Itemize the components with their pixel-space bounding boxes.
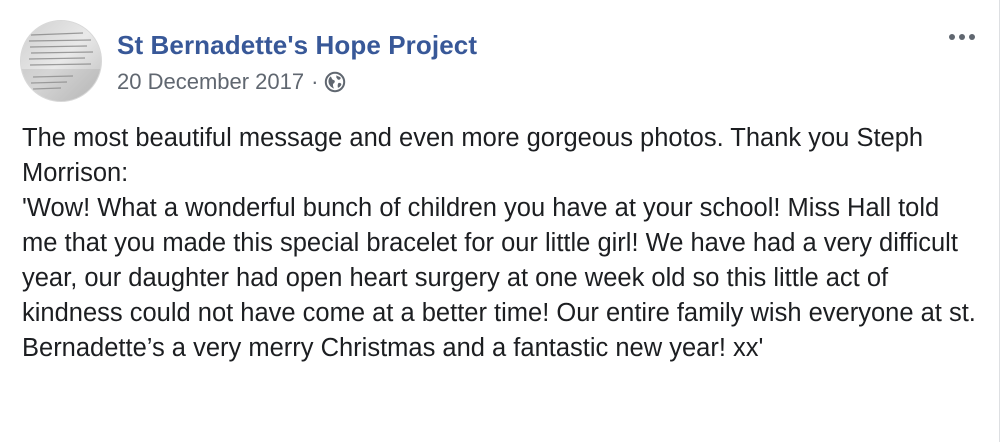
globe-icon[interactable]: [324, 71, 346, 93]
more-options-icon-dot: [959, 34, 965, 40]
more-options-button[interactable]: [947, 30, 977, 44]
page-name-link[interactable]: St Bernadette's Hope Project: [117, 30, 477, 61]
more-options-icon-dot: [949, 34, 955, 40]
meta-separator: ·: [311, 69, 319, 94]
post-meta: 20 December 2017 ·: [117, 69, 346, 95]
facebook-post: St Bernadette's Hope Project 20 December…: [0, 0, 1000, 442]
page-avatar[interactable]: [20, 20, 102, 102]
post-text-quote: 'Wow! What a wonderful bunch of children…: [22, 194, 976, 362]
avatar-image: [21, 21, 101, 101]
post-body: The most beautiful message and even more…: [22, 121, 980, 366]
post-text-intro: The most beautiful message and even more…: [22, 124, 924, 187]
more-options-icon-dot: [969, 34, 975, 40]
post-timestamp[interactable]: 20 December 2017: [117, 69, 304, 95]
post-header: St Bernadette's Hope Project 20 December…: [20, 20, 979, 104]
